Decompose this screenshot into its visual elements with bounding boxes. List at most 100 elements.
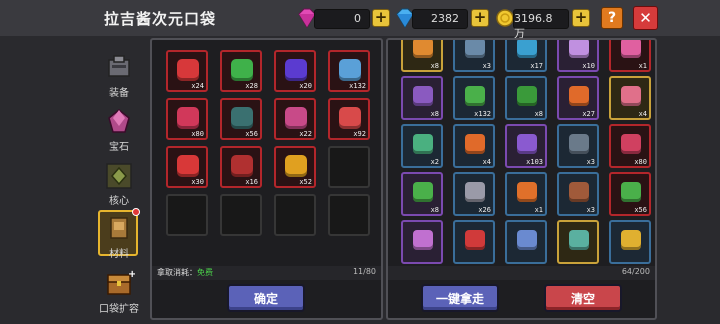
item-icon: [517, 182, 537, 202]
clear-button[interactable]: 清空: [544, 284, 622, 312]
item-icon: [569, 40, 589, 58]
pocket-slot[interactable]: x10: [557, 40, 599, 72]
item-icon: [465, 182, 485, 202]
pocket-slot[interactable]: x8: [505, 76, 547, 120]
pocket-slot[interactable]: x17: [505, 40, 547, 72]
pocket-slot[interactable]: x8: [401, 172, 443, 216]
sidebar-label-core: 核心: [109, 196, 129, 207]
take-all-button[interactable]: 一键拿走: [421, 284, 499, 312]
sidebar-item-material[interactable]: 材料: [92, 208, 146, 264]
item-count: x3: [482, 62, 491, 70]
take-slot[interactable]: x24: [166, 50, 208, 92]
empty-slot[interactable]: [166, 194, 208, 236]
pocket-slot[interactable]: x3: [557, 172, 599, 216]
gem-icon: [108, 109, 130, 133]
item-count: x1: [638, 62, 647, 70]
sidebar-item-equipment[interactable]: 装备: [92, 50, 146, 104]
item-icon: [465, 230, 485, 250]
take-slot[interactable]: x16: [220, 146, 262, 188]
take-slot[interactable]: x80: [166, 98, 208, 140]
item-icon: [231, 155, 253, 177]
empty-slot[interactable]: [274, 194, 316, 236]
item-count: x1: [534, 206, 543, 214]
item-icon: [413, 40, 433, 58]
pocket-slot[interactable]: [505, 220, 547, 264]
pocket-slot[interactable]: x3: [557, 124, 599, 168]
pocket-slot[interactable]: x80: [609, 124, 651, 168]
add-gold-coin-button[interactable]: +: [572, 9, 590, 27]
pink-gem-amount: 0: [354, 12, 361, 25]
pocket-slot[interactable]: x1: [609, 40, 651, 72]
pocket-panel: x8 x3 x17 x10 x1 x8 x132 x8 x27 x4 x2 x4 x103 x3 x80 x8…: [386, 38, 657, 320]
add-blue-diamond-button[interactable]: +: [471, 9, 489, 27]
item-icon: [231, 107, 253, 129]
sidebar-item-expand-pocket[interactable]: + 口袋扩容: [92, 266, 146, 320]
item-icon: [569, 230, 589, 250]
item-count: x2: [430, 158, 439, 166]
sidebar-label-expand-pocket: 口袋扩容: [99, 304, 139, 315]
item-count: x28: [245, 82, 258, 90]
pocket-capacity: 64/200: [621, 267, 650, 276]
item-icon: [413, 86, 433, 106]
take-slot[interactable]: x20: [274, 50, 316, 92]
take-slot[interactable]: x132: [328, 50, 370, 92]
item-icon: [339, 107, 361, 129]
item-icon: [465, 40, 485, 58]
empty-slot[interactable]: [220, 194, 262, 236]
pocket-slot[interactable]: x27: [557, 76, 599, 120]
pocket-slot[interactable]: [453, 220, 495, 264]
pocket-slot[interactable]: x1: [505, 172, 547, 216]
take-slot[interactable]: x30: [166, 146, 208, 188]
pink-gem-balance: 0: [314, 9, 370, 29]
take-slot[interactable]: x52: [274, 146, 316, 188]
pocket-slot[interactable]: x4: [609, 76, 651, 120]
help-button[interactable]: ?: [601, 7, 623, 29]
empty-slot[interactable]: [328, 194, 370, 236]
pocket-slot[interactable]: x8: [401, 40, 443, 72]
item-count: x30: [191, 178, 204, 186]
take-slot[interactable]: x28: [220, 50, 262, 92]
item-icon: [621, 182, 641, 202]
top-bar: 拉吉酱次元口袋 0 + 2382 + 3196.8万 + ? ✕: [0, 0, 720, 40]
item-count: x103: [526, 158, 543, 166]
item-count: x56: [634, 206, 647, 214]
item-icon: [517, 134, 537, 154]
pocket-slot[interactable]: x103: [505, 124, 547, 168]
take-slot[interactable]: x56: [220, 98, 262, 140]
equipment-icon: [108, 55, 130, 77]
cost-label: 拿取消耗：免费: [157, 267, 213, 278]
take-slot[interactable]: x92: [328, 98, 370, 140]
pocket-slot[interactable]: x56: [609, 172, 651, 216]
pocket-slot[interactable]: x2: [401, 124, 443, 168]
pocket-slot[interactable]: x8: [401, 76, 443, 120]
sidebar-label-material: 材料: [109, 249, 129, 260]
item-count: x132: [349, 82, 366, 90]
pocket-slot[interactable]: x3: [453, 40, 495, 72]
item-icon: [231, 59, 253, 81]
chest-icon: +: [107, 269, 135, 295]
empty-slot[interactable]: [328, 146, 370, 188]
pocket-slot[interactable]: [401, 220, 443, 264]
pocket-slot[interactable]: x26: [453, 172, 495, 216]
item-icon: [465, 134, 485, 154]
pocket-slot[interactable]: x4: [453, 124, 495, 168]
item-count: x26: [478, 206, 491, 214]
pocket-slot[interactable]: x132: [453, 76, 495, 120]
item-count: x3: [586, 158, 595, 166]
item-count: x3: [586, 206, 595, 214]
sidebar-item-core[interactable]: 核心: [92, 158, 146, 212]
pocket-slot[interactable]: [557, 220, 599, 264]
item-icon: [413, 134, 433, 154]
sidebar-item-gem[interactable]: 宝石: [92, 104, 146, 158]
item-icon: [621, 134, 641, 154]
take-slot[interactable]: x22: [274, 98, 316, 140]
confirm-button[interactable]: 确定: [227, 284, 305, 312]
item-count: x17: [530, 62, 543, 70]
pocket-slot[interactable]: [609, 220, 651, 264]
item-icon: [177, 155, 199, 177]
sidebar-label-gem: 宝石: [109, 142, 129, 153]
item-icon: [569, 86, 589, 106]
add-pink-gem-button[interactable]: +: [372, 9, 390, 27]
close-button[interactable]: ✕: [633, 6, 658, 30]
material-icon: [110, 217, 128, 239]
